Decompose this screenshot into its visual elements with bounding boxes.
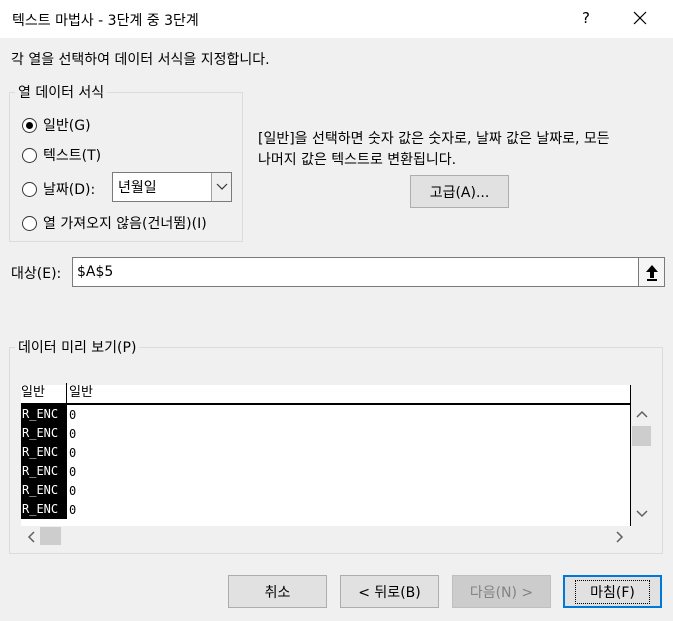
back-button[interactable]: < 뒤로(B): [340, 575, 439, 608]
destination-value: $A$5: [77, 264, 114, 280]
preview-row: R_ENC 0: [21, 424, 631, 443]
scroll-left-icon[interactable]: [26, 531, 36, 543]
preview-cell: R_ENC: [21, 424, 67, 443]
radio-label: 날짜(D):: [43, 182, 96, 198]
radio-text[interactable]: 텍스트(T): [22, 145, 101, 165]
cancel-button[interactable]: 취소: [228, 575, 327, 608]
preview-cell: R_ENC: [21, 500, 67, 519]
radio-general[interactable]: 일반(G): [22, 115, 91, 135]
radio-label: 텍스트(T): [43, 148, 102, 164]
preview-legend: 데이터 미리 보기(P): [15, 337, 140, 357]
finish-button[interactable]: 마침(F): [563, 575, 662, 608]
radio-button[interactable]: [22, 181, 37, 197]
preview-header-cell[interactable]: 일반: [21, 383, 67, 403]
scroll-right-icon[interactable]: [615, 531, 625, 543]
scroll-up-icon[interactable]: [636, 409, 648, 419]
title-bar: 텍스트 마법사 - 3단계 중 3단계 ?: [0, 0, 673, 38]
preview-horizontal-scrollbar[interactable]: [21, 526, 631, 546]
description-line: [일반]을 선택하면 숫자 값은 숫자로, 날짜 값은 날짜로, 모든: [258, 131, 610, 147]
date-format-select[interactable]: 년월일: [112, 172, 232, 202]
advanced-button[interactable]: 고급(A)...: [410, 175, 509, 208]
preview-row: R_ENC 0: [21, 405, 631, 424]
preview-row: R_ENC 0: [21, 500, 631, 519]
preview-header-cell[interactable]: 일반: [67, 383, 93, 403]
radio-button[interactable]: [22, 147, 37, 163]
radio-date[interactable]: 날짜(D):: [22, 179, 95, 199]
close-button[interactable]: [628, 6, 652, 30]
chevron-down-icon[interactable]: [211, 173, 231, 201]
preview-row: R_ENC 0: [21, 481, 631, 500]
preview-cell: R_ENC: [21, 481, 67, 500]
collapse-dialog-button[interactable]: [638, 258, 664, 286]
horizontal-scroll-thumb[interactable]: [40, 527, 61, 545]
radio-button[interactable]: [22, 215, 37, 231]
vertical-scroll-thumb[interactable]: [632, 426, 651, 446]
preview-cell: 0: [69, 483, 77, 498]
preview-cell: 0: [69, 407, 77, 422]
close-icon: [633, 11, 647, 25]
help-button[interactable]: ?: [574, 6, 598, 30]
instruction-text: 각 열을 선택하여 데이터 서식을 지정합니다.: [11, 52, 270, 68]
preview-vertical-scrollbar[interactable]: [631, 405, 653, 526]
column-format-legend: 열 데이터 서식: [15, 82, 108, 102]
preview-cell: 0: [69, 502, 77, 517]
preview-row: R_ENC 0: [21, 462, 631, 481]
preview-cell: 0: [69, 426, 77, 441]
format-description: [일반]을 선택하면 숫자 값은 숫자로, 날짜 값은 날짜로, 모든 나머지 …: [258, 129, 668, 171]
destination-input[interactable]: $A$5: [72, 257, 665, 287]
preview-cell: 0: [69, 464, 77, 479]
radio-skip[interactable]: 열 가져오지 않음(건너뜀)(I): [22, 213, 207, 233]
radio-label: 열 가져오지 않음(건너뜀)(I): [43, 216, 207, 232]
preview-cell: R_ENC: [21, 405, 67, 424]
preview-header-row: 일반 일반: [21, 383, 631, 405]
preview-cell: R_ENC: [21, 462, 67, 481]
radio-label: 일반(G): [43, 118, 91, 134]
radio-button[interactable]: [22, 117, 37, 133]
scroll-down-icon[interactable]: [636, 509, 648, 519]
preview-cell: 0: [69, 445, 77, 460]
next-button[interactable]: 다음(N) >: [452, 575, 551, 608]
window-title: 텍스트 마법사 - 3단계 중 3단계: [12, 13, 199, 29]
preview-row: R_ENC 0: [21, 443, 631, 462]
date-format-value: 년월일: [118, 180, 157, 196]
preview-grid[interactable]: 일반 일반 R_ENC 0 R_ENC 0 R_ENC 0 R_ENC 0 R_…: [21, 383, 631, 526]
preview-cell: R_ENC: [21, 443, 67, 462]
destination-label: 대상(E):: [11, 266, 62, 282]
finish-button-label: 마침(F): [575, 579, 650, 604]
arrow-up-icon: [645, 265, 658, 281]
description-line: 나머지 값은 텍스트로 변환됩니다.: [258, 152, 457, 168]
